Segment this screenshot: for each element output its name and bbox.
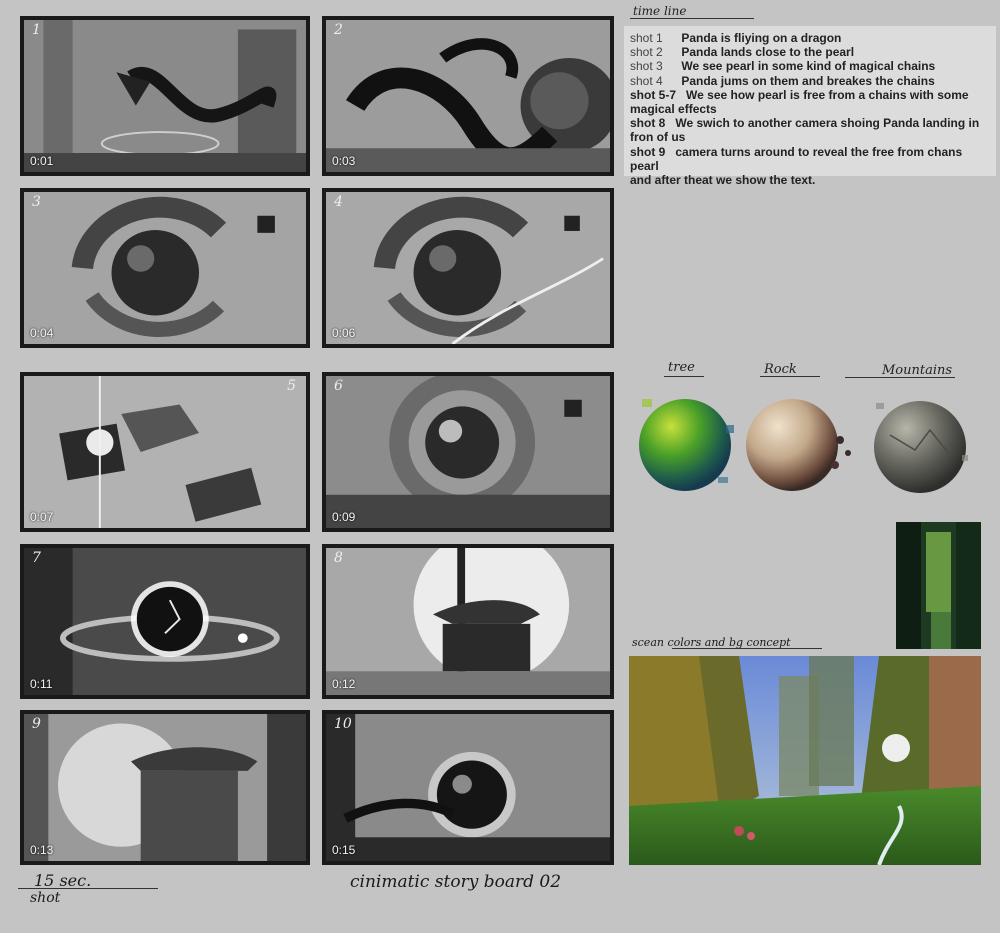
timeline-row: shot 1 Panda is fliying on a dragon	[630, 31, 990, 45]
rock-material-sphere	[746, 399, 851, 491]
timeline-shot-key: shot 3	[630, 59, 663, 74]
timeline-shot-key: shot 9	[630, 144, 666, 159]
sketch-pearl-chains	[24, 192, 306, 344]
tree-material-label: tree	[668, 360, 695, 375]
shot-timestamp: 0:03	[332, 154, 356, 168]
concept-label-underline	[672, 648, 822, 649]
sketch-magic-effects	[24, 548, 306, 695]
tree-material-sphere	[639, 399, 734, 491]
timeline-notes: shot 1 Panda is fliying on a dragon shot…	[624, 26, 996, 187]
timeline-shot-text: We see how pearl is free from a chains w…	[686, 87, 969, 102]
duration-underline	[18, 888, 158, 889]
storyboard-frame-1: 1 0:01	[20, 16, 310, 176]
storyboard-frame-6: 6 0:09	[322, 372, 614, 532]
mountains-label-underline	[845, 377, 955, 378]
timeline-row: and after theat we show the text.	[630, 173, 990, 187]
shot-timestamp: 0:04	[30, 326, 54, 340]
storyboard-frame-7: 7 0:11	[20, 544, 310, 699]
storyboard-frame-2: 2 0:03	[322, 16, 614, 176]
timeline-row: shot 9 camera turns around to reveal the…	[630, 145, 990, 173]
shot-timestamp: 0:07	[30, 510, 54, 524]
sketch-dragon-flight	[24, 20, 306, 172]
shot-number: 3	[32, 194, 41, 210]
sketch-pearl-reveal	[326, 714, 610, 861]
timeline-shot-key: shot 2	[630, 45, 663, 60]
storyboard-frame-8: 8 0:12	[322, 544, 614, 699]
timeline-shot-text: Panda jums on them and breakes the chain…	[681, 73, 935, 88]
shot-number: 7	[32, 550, 41, 566]
shot-timestamp: 0:06	[332, 326, 356, 340]
timeline-row: shot 5-7 We see how pearl is free from a…	[630, 88, 990, 102]
shot-number: 1	[32, 22, 41, 38]
timeline-row: shot 2 Panda lands close to the pearl	[630, 45, 990, 59]
timeline-title: time line	[633, 4, 687, 18]
shot-timestamp: 0:09	[332, 510, 356, 524]
shot-timestamp: 0:12	[332, 677, 356, 691]
shot-number: 10	[334, 716, 352, 732]
storyboard-frame-3: 3 0:04	[20, 188, 310, 348]
storyboard-frame-4: 4 0:06	[322, 188, 614, 348]
timeline-row: fron of us	[630, 130, 990, 144]
shot-timestamp: 0:15	[332, 843, 356, 857]
timeline-shot-text: and after theat we show the text.	[630, 173, 816, 188]
sketch-panda-landing	[326, 548, 610, 695]
timeline-shot-key: shot 8	[630, 116, 666, 131]
shot-number: 9	[32, 716, 41, 732]
timeline-shot-key: shot 4	[630, 73, 663, 88]
shot-timestamp: 0:13	[30, 843, 54, 857]
shot-number: 4	[334, 194, 343, 210]
timeline-row: shot 3 We see pearl in some kind of magi…	[630, 59, 990, 73]
forest-canyon-concept-image	[896, 522, 981, 649]
mountains-material-sphere	[874, 401, 968, 493]
tree-label-underline	[664, 376, 704, 377]
timeline-shot-key: shot 5-7	[630, 87, 677, 102]
timeline-shot-text: Panda is fliying on a dragon	[681, 31, 842, 45]
timeline-row: shot 4 Panda jums on them and breakes th…	[630, 74, 990, 88]
shot-timestamp: 0:11	[30, 677, 53, 691]
timeline-shot-text: magical effects	[630, 102, 717, 117]
sketch-chains-break	[24, 376, 306, 528]
sketch-camera-turn	[24, 714, 306, 861]
storyboard-title: cinimatic story board 02	[350, 872, 562, 892]
shot-number: 2	[334, 22, 343, 38]
sketch-dragon-pearl	[326, 20, 610, 172]
timeline-row: magical effects	[630, 102, 990, 116]
rock-label-underline	[760, 376, 820, 377]
timeline-shot-key: shot 1	[630, 31, 663, 45]
sketch-pearl-free	[326, 376, 610, 528]
shot-note: shot	[30, 890, 61, 906]
timeline-shot-text: We see pearl in some kind of magical cha…	[681, 59, 936, 74]
timeline-shot-text: fron of us	[630, 130, 686, 145]
sketch-panda-jump	[326, 192, 610, 344]
shot-timestamp: 0:01	[30, 154, 54, 168]
timeline-row: shot 8 We swich to another camera shoing…	[630, 116, 990, 130]
timeline-shot-text: Panda lands close to the pearl	[681, 45, 855, 60]
storyboard-frame-9: 9 0:13	[20, 710, 310, 865]
shot-number: 8	[334, 550, 343, 566]
storyboard-frame-5: 5 0:07	[20, 372, 310, 532]
mountains-material-label: Mountains	[882, 363, 953, 378]
shot-number: 6	[334, 378, 343, 394]
timeline-shot-text: camera turns around to reveal the free f…	[630, 144, 963, 173]
rock-material-label: Rock	[764, 362, 797, 377]
storyboard-frame-10: 10 0:15	[322, 710, 614, 865]
timeline-shot-text: We swich to another camera shoing Panda …	[675, 116, 980, 131]
material-spheres	[639, 399, 968, 493]
shot-number: 5	[287, 378, 296, 394]
scene-color-concept-image	[629, 656, 981, 865]
timeline-underline	[630, 18, 754, 19]
